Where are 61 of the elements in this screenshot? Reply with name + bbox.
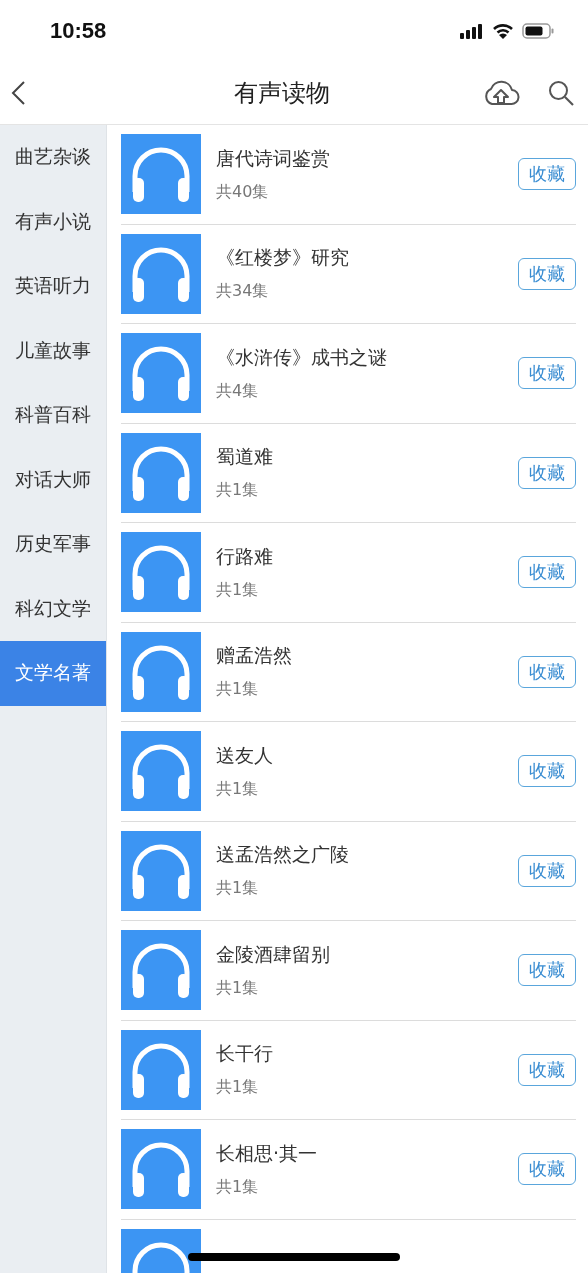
book-title: 赠孟浩然 xyxy=(216,643,293,669)
book-title: 《红楼梦》研究 xyxy=(216,245,350,271)
favorite-button[interactable]: 收藏 xyxy=(518,655,576,688)
favorite-button[interactable]: 收藏 xyxy=(518,158,576,191)
episode-count: 共1集 xyxy=(216,679,260,701)
episode-count: 共1集 xyxy=(216,579,260,601)
episode-count: 共1集 xyxy=(216,878,260,900)
favorite-button[interactable]: 收藏 xyxy=(518,357,576,390)
category-tab[interactable]: 英语听力 xyxy=(0,254,106,319)
favorite-button[interactable]: 收藏 xyxy=(518,854,576,887)
wifi-icon xyxy=(492,23,514,39)
category-tab[interactable]: 文学名著 xyxy=(0,641,106,706)
book-title: 送友人 xyxy=(216,742,274,768)
category-tab[interactable]: 历史军事 xyxy=(0,512,106,577)
headphones-icon xyxy=(121,830,201,911)
page-title: 有声读物 xyxy=(234,78,330,109)
favorite-button[interactable]: 收藏 xyxy=(518,1153,576,1186)
category-tab[interactable]: 儿童故事 xyxy=(0,318,106,383)
favorite-button[interactable]: 收藏 xyxy=(518,755,576,788)
headphones-icon xyxy=(121,233,201,314)
category-tab[interactable]: 科普百科 xyxy=(0,383,106,448)
headphones-icon xyxy=(121,1129,201,1210)
favorite-button[interactable]: 收藏 xyxy=(518,257,576,290)
episode-count: 共1集 xyxy=(216,778,260,800)
episode-count: 共1集 xyxy=(216,1176,260,1198)
headphones-icon xyxy=(121,631,201,712)
favorite-button[interactable]: 收藏 xyxy=(518,954,576,987)
favorite-button[interactable]: 收藏 xyxy=(518,456,576,489)
episode-count: 共40集 xyxy=(216,181,270,203)
category-tab[interactable]: 曲艺杂谈 xyxy=(0,125,106,190)
book-title: 行路难 xyxy=(216,543,274,569)
headphones-icon xyxy=(121,731,201,812)
headphones-icon xyxy=(121,432,201,513)
category-tab[interactable]: 科幻文学 xyxy=(0,576,106,641)
headphones-icon xyxy=(121,333,201,414)
book-title: 蜀道难 xyxy=(216,444,274,470)
book-title: 送孟浩然之广陵 xyxy=(216,842,350,868)
book-title: 长干行 xyxy=(216,1041,274,1067)
episode-count: 共1集 xyxy=(216,480,260,502)
book-title: 金陵酒肆留别 xyxy=(216,941,331,967)
signal-icon xyxy=(460,23,484,39)
category-tab[interactable]: 对话大师 xyxy=(0,447,106,512)
back-icon[interactable] xyxy=(10,80,26,106)
headphones-icon xyxy=(121,532,201,613)
battery-icon xyxy=(522,23,554,39)
favorite-button[interactable]: 收藏 xyxy=(518,556,576,589)
episode-count: 共4集 xyxy=(216,380,260,402)
favorite-button[interactable]: 收藏 xyxy=(518,1053,576,1086)
book-title: 唐代诗词鉴赏 xyxy=(216,145,331,171)
headphones-icon xyxy=(121,1029,201,1110)
episode-count: 共1集 xyxy=(216,977,260,999)
headphones-icon xyxy=(121,134,201,215)
book-title: 长相思·其一 xyxy=(216,1140,319,1166)
category-tab[interactable]: 有声小说 xyxy=(0,189,106,254)
status-time: 10:58 xyxy=(50,18,107,44)
book-title: 《水浒传》成书之谜 xyxy=(216,344,388,370)
episode-count: 共1集 xyxy=(216,1077,260,1099)
episode-count: 共34集 xyxy=(216,281,270,303)
cloud-upload-icon[interactable] xyxy=(482,79,520,107)
headphones-icon xyxy=(121,930,201,1011)
search-icon[interactable] xyxy=(548,80,574,106)
